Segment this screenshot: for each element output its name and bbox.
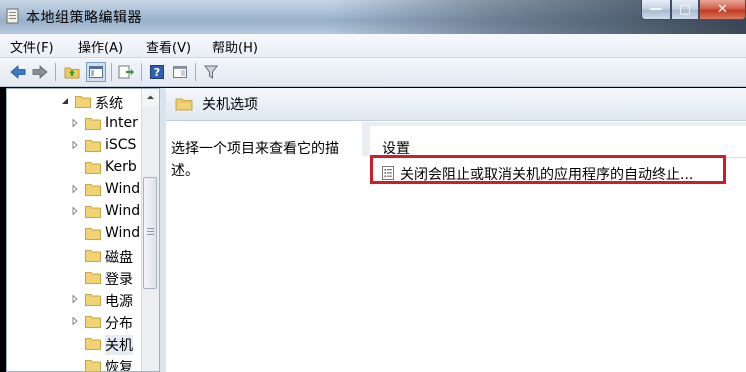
tree-item[interactable]: 恢复 xyxy=(7,355,147,372)
tree-item-label: 恢复 xyxy=(105,360,133,372)
show-hide-tree-icon xyxy=(89,66,103,78)
title-bar[interactable]: 本地组策略编辑器 — ▢ ✕ xyxy=(0,0,746,34)
up-folder-icon xyxy=(64,67,80,79)
details-pane: 关机选项 选择一个项目来查看它的描述。 设置 关闭会阻止或取消关机的应用程序的自… xyxy=(166,88,746,372)
close-icon: ✕ xyxy=(717,2,728,17)
tree-item-label: 电源 xyxy=(105,294,133,310)
annotation-highlight-box xyxy=(370,155,726,184)
help-icon: ? xyxy=(150,65,164,79)
minimize-button[interactable]: — xyxy=(641,0,671,20)
properties-pane-button[interactable] xyxy=(170,62,190,82)
properties-pane-icon xyxy=(173,66,187,78)
menu-action[interactable]: 操作(A) xyxy=(78,37,123,56)
forward-arrow-icon xyxy=(32,65,48,79)
folder-icon xyxy=(85,360,101,371)
tree-scrollbar[interactable] xyxy=(141,89,159,371)
folder-icon xyxy=(85,118,101,130)
tree-item[interactable]: 登录 xyxy=(7,267,147,289)
scroll-up-button[interactable] xyxy=(142,89,159,106)
tree-item[interactable]: Wind xyxy=(7,179,147,201)
details-header: 关机选项 xyxy=(166,88,746,121)
tree-item[interactable]: 磁盘 xyxy=(7,245,147,267)
tree-item-label: iSCS xyxy=(105,137,137,153)
tree-item-label: 分布 xyxy=(105,316,133,332)
help-button[interactable]: ? xyxy=(147,62,167,82)
export-list-button[interactable] xyxy=(116,62,136,82)
tree-item-label: Kerb xyxy=(105,159,137,175)
tree-item-label: 登录 xyxy=(105,272,133,288)
chevron-up-icon xyxy=(147,95,154,99)
folder-icon xyxy=(85,338,101,350)
menu-file[interactable]: 文件(F) xyxy=(10,37,54,56)
folder-icon xyxy=(85,316,101,328)
folder-icon xyxy=(85,250,101,262)
collapsed-arrow-icon[interactable] xyxy=(71,141,79,149)
collapsed-arrow-icon[interactable] xyxy=(71,317,79,325)
back-button[interactable] xyxy=(8,62,28,82)
toolbar-separator xyxy=(195,63,196,81)
collapsed-arrow-icon[interactable] xyxy=(71,185,79,193)
collapsed-arrow-icon[interactable] xyxy=(71,295,79,303)
forward-button[interactable] xyxy=(30,62,50,82)
toolbar-separator xyxy=(55,63,56,81)
app-icon xyxy=(6,8,19,24)
tree-item-label: Wind xyxy=(105,181,141,197)
svg-text:?: ? xyxy=(154,66,160,79)
folder-icon xyxy=(75,96,91,108)
toolbar-separator xyxy=(141,63,142,81)
tree-item[interactable]: 关机 xyxy=(7,333,147,355)
tree-pane[interactable]: 系统 Inter iSCS Kerb Wind Wind Wind 磁盘登录电源分布关机恢复 xyxy=(6,88,160,372)
scroll-thumb[interactable] xyxy=(143,177,157,289)
back-arrow-icon xyxy=(10,65,26,79)
show-hide-tree-button[interactable] xyxy=(86,62,106,82)
description-text: 选择一个项目来查看它的描述。 xyxy=(171,141,339,179)
folder-icon xyxy=(85,162,101,174)
folder-icon xyxy=(85,206,101,218)
folder-icon xyxy=(85,140,101,152)
filter-icon xyxy=(204,65,218,79)
filter-button[interactable] xyxy=(201,62,221,82)
gpedit-window: 本地组策略编辑器 — ▢ ✕ 文件(F) 操作(A) 查看(V) 帮助(H) ?… xyxy=(0,0,746,372)
tree-item[interactable]: Inter xyxy=(7,113,147,135)
tree-item[interactable]: Wind xyxy=(7,201,147,223)
scroll-grip xyxy=(147,228,154,229)
folder-icon xyxy=(85,228,101,240)
expanded-arrow-icon[interactable] xyxy=(61,97,69,105)
tree-item-label: Wind xyxy=(105,203,141,219)
tree-item[interactable]: Wind xyxy=(7,223,147,245)
folder-icon xyxy=(85,272,101,284)
menu-view[interactable]: 查看(V) xyxy=(146,37,191,56)
collapsed-arrow-icon[interactable] xyxy=(71,207,79,215)
tree-item[interactable]: 电源 xyxy=(7,289,147,311)
up-level-button[interactable] xyxy=(62,62,82,82)
tree-item[interactable]: iSCS xyxy=(7,135,147,157)
folder-icon xyxy=(175,98,193,111)
maximize-icon: ▢ xyxy=(678,2,692,17)
window-title: 本地组策略编辑器 xyxy=(26,10,142,26)
close-button[interactable]: ✕ xyxy=(699,0,746,20)
folder-title: 关机选项 xyxy=(202,97,258,113)
tree-item-label: 关机 xyxy=(105,335,133,355)
caption-buttons: — ▢ ✕ xyxy=(641,0,746,20)
tree-item-root[interactable]: 系统 xyxy=(7,91,147,113)
folder-icon xyxy=(85,184,101,196)
tree-item-label: 系统 xyxy=(95,96,123,112)
collapsed-arrow-icon[interactable] xyxy=(71,119,79,127)
toolbar: ? xyxy=(0,58,746,87)
tree-item-label: Inter xyxy=(105,115,138,131)
minimize-icon: — xyxy=(649,2,663,17)
toolbar-separator xyxy=(111,63,112,81)
tree-item-label: Wind xyxy=(105,225,141,241)
tree-item[interactable]: 分布 xyxy=(7,311,147,333)
menu-bar: 文件(F) 操作(A) 查看(V) 帮助(H) xyxy=(0,34,746,58)
folder-icon xyxy=(85,294,101,306)
tree-item[interactable]: Kerb xyxy=(7,157,147,179)
settings-list-header-bg xyxy=(370,126,746,156)
maximize-button[interactable]: ▢ xyxy=(671,0,699,20)
menu-help[interactable]: 帮助(H) xyxy=(212,37,258,56)
export-list-icon xyxy=(118,65,134,79)
tree-item-label: 磁盘 xyxy=(105,250,133,266)
